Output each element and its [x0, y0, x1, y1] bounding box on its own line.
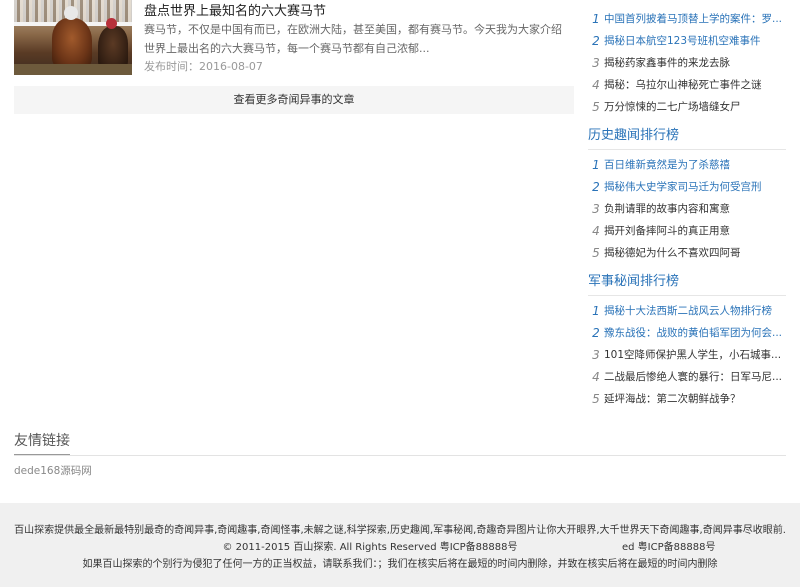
- rank-link[interactable]: 二战最后惨绝人寰的暴行：日军马尼...: [604, 366, 782, 388]
- rank-link[interactable]: 揭秘伟大史学家司马迁为何受宫刑: [604, 176, 762, 198]
- article-date: 发布时间：2016-08-07: [144, 60, 263, 73]
- rank-item[interactable]: 2 豫东战役：战败的黄伯韬军团为何会...: [588, 322, 786, 344]
- rank-number: 2: [592, 180, 600, 194]
- rank-number: 1: [592, 158, 600, 172]
- article-title-link[interactable]: 盘点世界上最知名的六大赛马节: [144, 0, 326, 19]
- article-description: 赛马节，不仅是中国有而已，在欧洲大陆，甚至美国，都有赛马节。今天我为大家介绍世界…: [144, 23, 562, 55]
- rank-item[interactable]: 5 揭秘德妃为什么不喜欢四阿哥: [588, 242, 786, 264]
- rank-link[interactable]: 揭开刘备摔阿斗的真正用意: [604, 220, 730, 242]
- rank-number: 2: [592, 326, 600, 340]
- rank-number: 1: [592, 12, 600, 26]
- rank-link[interactable]: 中国首列披着马顶替上学的案件：罗...: [604, 8, 782, 30]
- rank-item[interactable]: 3 101空降师保护黑人学生，小石城事...: [588, 344, 786, 366]
- rank-item[interactable]: 1 百日维新竟然是为了杀慈禧: [588, 154, 786, 176]
- footer-notice: 如果百山探索的个别行为侵犯了任何一方的正当权益，请联系我们：；我们在核实后将在最…: [82, 559, 718, 570]
- rank-link[interactable]: 万分惊悚的二七广场墙缝女尸: [604, 96, 741, 118]
- rank-link[interactable]: 延坪海战：第二次朝鲜战争？: [604, 388, 741, 410]
- rank-item[interactable]: 1 揭秘十大法西斯二战风云人物排行榜: [588, 300, 786, 322]
- rank-number: 4: [592, 224, 600, 238]
- rank-number: 4: [592, 370, 600, 384]
- rank-block-military: 军事秘闻排行榜 1 揭秘十大法西斯二战风云人物排行榜 2 豫东战役：战败的黄伯韬军团…: [588, 272, 786, 410]
- rank-number: 5: [592, 246, 600, 260]
- rank-link[interactable]: 揭秘德妃为什么不喜欢四阿哥: [604, 242, 741, 264]
- rank-number: 3: [592, 202, 600, 216]
- rank-item[interactable]: 5 延坪海战：第二次朝鲜战争？: [588, 388, 786, 410]
- article-card[interactable]: 盘点世界上最知名的六大赛马节 赛马节，不仅是中国有而已，在欧洲大陆，甚至美国，都…: [14, 0, 574, 76]
- rank-item[interactable]: 5 万分惊悚的二七广场墙缝女尸: [588, 96, 786, 118]
- rank-number: 5: [592, 392, 600, 406]
- rank-link[interactable]: 揭秘十大法西斯二战风云人物排行榜: [604, 300, 772, 322]
- rank-number: 5: [592, 100, 600, 114]
- footer-description: 百山探索提供最全最新最特别最奇的奇闻异事,奇闻趣事,奇闻怪事,未解之谜,科学探索…: [14, 525, 786, 536]
- rank-list-top: 1 中国首列披着马顶替上学的案件：罗... 2 揭秘日本航空123号班机空难事件 3…: [588, 8, 786, 118]
- rank-title-history[interactable]: 历史趣闻排行榜: [588, 126, 786, 150]
- more-articles-button[interactable]: 查看更多奇闻异事的文章: [14, 86, 574, 114]
- rank-link[interactable]: 揭秘：乌拉尔山神秘死亡事件之谜: [604, 74, 762, 96]
- rank-number: 2: [592, 34, 600, 48]
- rank-item[interactable]: 4 揭开刘备摔阿斗的真正用意: [588, 220, 786, 242]
- rank-item[interactable]: 4 揭秘：乌拉尔山神秘死亡事件之谜: [588, 74, 786, 96]
- article-thumbnail[interactable]: [14, 0, 132, 75]
- rank-list-military: 1 揭秘十大法西斯二战风云人物排行榜 2 豫东战役：战败的黄伯韬军团为何会... 3…: [588, 300, 786, 410]
- rank-item[interactable]: 2 揭秘日本航空123号班机空难事件: [588, 30, 786, 52]
- friend-link[interactable]: dede168源码网: [14, 463, 92, 478]
- rank-block-history: 历史趣闻排行榜 1 百日维新竟然是为了杀慈禧 2 揭秘伟大史学家司马迁为何受宫刑 3…: [588, 126, 786, 264]
- rank-title-military[interactable]: 军事秘闻排行榜: [588, 272, 786, 296]
- rank-link[interactable]: 揭秘日本航空123号班机空难事件: [604, 30, 761, 52]
- rank-link[interactable]: 百日维新竟然是为了杀慈禧: [604, 154, 730, 176]
- rank-number: 3: [592, 348, 600, 362]
- rank-item[interactable]: 3 揭秘药家鑫事件的来龙去脉: [588, 52, 786, 74]
- rank-link[interactable]: 负荆请罪的故事内容和寓意: [604, 198, 730, 220]
- rank-item[interactable]: 2 揭秘伟大史学家司马迁为何受宫刑: [588, 176, 786, 198]
- rank-item[interactable]: 4 二战最后惨绝人寰的暴行：日军马尼...: [588, 366, 786, 388]
- rank-block-top: 1 中国首列披着马顶替上学的案件：罗... 2 揭秘日本航空123号班机空难事件 3…: [588, 8, 786, 118]
- rank-number: 1: [592, 304, 600, 318]
- rank-link[interactable]: 101空降师保护黑人学生，小石城事...: [604, 344, 781, 366]
- rank-number: 3: [592, 56, 600, 70]
- rank-number: 4: [592, 78, 600, 92]
- thumb-turf: [14, 64, 132, 75]
- rank-item[interactable]: 1 中国首列披着马顶替上学的案件：罗...: [588, 8, 786, 30]
- site-footer: 百山探索提供最全最新最特别最奇的奇闻异事,奇闻趣事,奇闻怪事,未解之谜,科学探索…: [0, 503, 800, 587]
- rank-link[interactable]: 揭秘药家鑫事件的来龙去脉: [604, 52, 730, 74]
- rank-item[interactable]: 3 负荆请罪的故事内容和寓意: [588, 198, 786, 220]
- footer-icp: ed 粤ICP备88888号: [622, 542, 716, 553]
- friend-links-divider: [14, 455, 786, 456]
- rank-list-history: 1 百日维新竟然是为了杀慈禧 2 揭秘伟大史学家司马迁为何受宫刑 3 负荆请罪的故事内…: [588, 154, 786, 264]
- thumb-horse: [52, 18, 92, 68]
- thumb-jockey-2: [106, 18, 117, 29]
- rank-link[interactable]: 豫东战役：战败的黄伯韬军团为何会...: [604, 322, 782, 344]
- thumb-jockey: [64, 6, 78, 20]
- friend-links-heading: 友情链接: [14, 430, 70, 456]
